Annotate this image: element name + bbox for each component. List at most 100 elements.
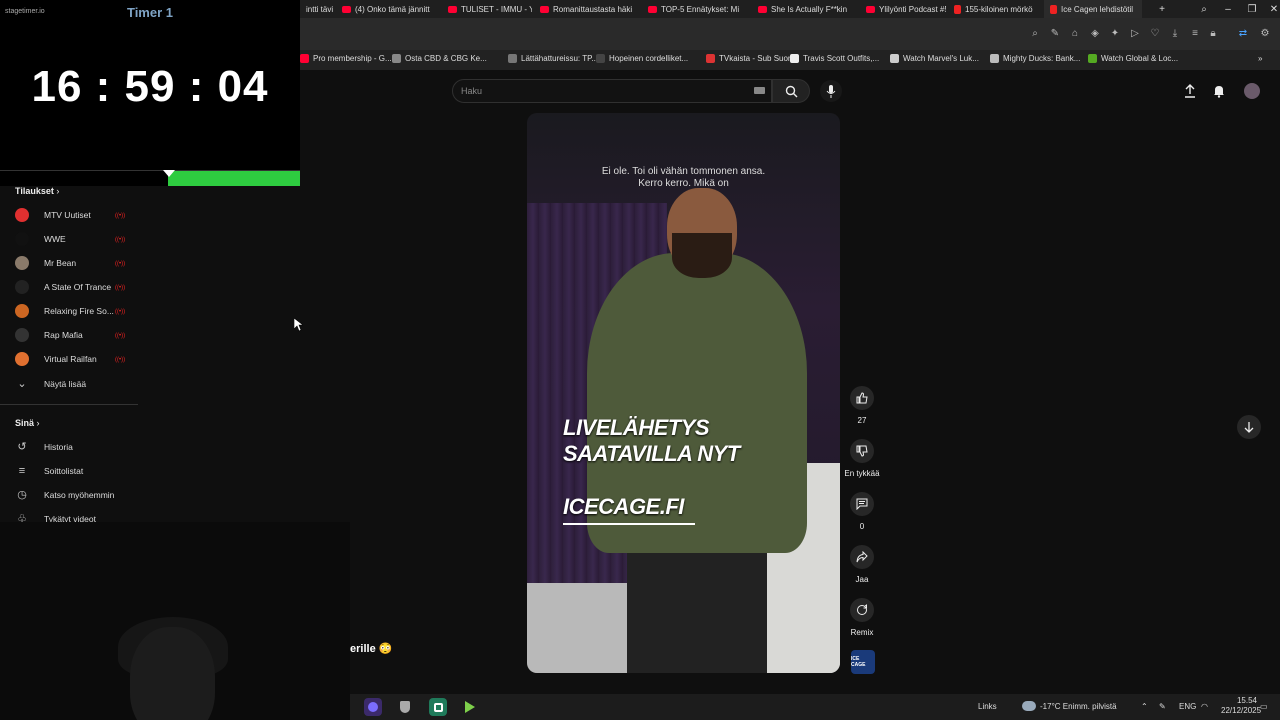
notification-icon[interactable]: ▭ <box>1260 702 1268 711</box>
channel-avatar <box>15 208 29 222</box>
webcam-person <box>130 627 215 720</box>
you-nav-item[interactable]: ≡ Soittolistat <box>15 461 135 481</box>
remix-button[interactable]: Remix <box>843 598 881 637</box>
channel-avatar <box>15 280 29 294</box>
heart-icon[interactable]: ♡ <box>1148 27 1162 41</box>
subscription-item[interactable]: Mr Bean ((•)) <box>15 253 135 273</box>
bookmark-item[interactable]: Travis Scott Outfits,... <box>790 54 879 63</box>
subscription-item[interactable]: Relaxing Fire So... ((•)) <box>15 301 135 321</box>
stage-timer-panel: stagetimer.io Timer 1 16 : 59 : 04 <box>0 0 300 186</box>
subscription-item[interactable]: MTV Uutiset ((•)) <box>15 205 135 225</box>
shield-icon[interactable]: ◈ <box>1088 27 1102 41</box>
play-icon[interactable]: ▷ <box>1128 27 1142 41</box>
extension-icon[interactable]: ✦ <box>1108 27 1122 41</box>
bookmark-item[interactable]: Pro membership - G... <box>300 54 392 63</box>
subscription-item[interactable]: WWE ((•)) <box>15 229 135 249</box>
settings-icon[interactable]: ⚙ <box>1258 27 1272 41</box>
show-more-button[interactable]: ⌄ Näytä lisää <box>15 374 135 394</box>
shorts-video-player[interactable]: Ei ole. Toi oli vähän tommonen ansa. Ker… <box>527 113 840 673</box>
taskbar-weather[interactable]: -17°C Enimm. pilvistä <box>1040 702 1117 711</box>
bookmark-favicon-icon <box>596 54 605 63</box>
translate-icon[interactable]: ⇄ <box>1236 27 1250 41</box>
bookmark-label: Osta CBD & CBG Ke... <box>405 54 487 63</box>
bookmark-favicon-icon <box>890 54 899 63</box>
browser-tab[interactable]: TULISET - IMMU - You <box>442 0 532 18</box>
subscription-item[interactable]: Rap Mafia ((•)) <box>15 325 135 345</box>
download-icon[interactable]: ⤓ <box>1168 27 1182 41</box>
upload-button[interactable] <box>1181 82 1199 100</box>
tray-chevron-up-icon[interactable]: ⌃ <box>1141 702 1148 711</box>
like-button[interactable]: 27 <box>843 386 881 425</box>
dislike-button[interactable]: En tykkää <box>843 439 881 478</box>
bookmark-item[interactable]: Mighty Ducks: Bank... <box>990 54 1080 63</box>
bookmark-item[interactable]: Hopeinen cordelliket... <box>596 54 688 63</box>
browser-tab[interactable]: Romanittaustasta häki <box>534 0 640 18</box>
browser-tab[interactable]: TOP-5 Ennätykset: Mi <box>642 0 750 18</box>
taskbar-clock[interactable]: 15.54 22/12/2025 <box>1221 696 1261 716</box>
tab-label: Ice Cagen lehdistötil <box>1061 4 1134 14</box>
browser-tab[interactable]: 155-kiloinen mörkö <box>948 0 1042 18</box>
bookmark-item[interactable]: Watch Global & Loc... <box>1088 54 1178 63</box>
browser-tab[interactable]: Ice Cagen lehdistötil <box>1044 0 1142 18</box>
taskbar-app-discord[interactable] <box>364 698 382 716</box>
bookmark-item[interactable]: Osta CBD & CBG Ke... <box>392 54 487 63</box>
bookmark-item[interactable]: Lättähattureissu: TP... <box>508 54 598 63</box>
bookmarks-overflow-icon[interactable]: » <box>1258 54 1262 63</box>
channel-avatar <box>15 256 29 270</box>
subscription-label: Mr Bean <box>44 258 77 268</box>
menu-icon[interactable]: ≡ <box>1188 27 1202 41</box>
wifi-icon[interactable]: ◠ <box>1201 702 1208 711</box>
upload-icon <box>1185 84 1195 98</box>
taskbar-app-shield[interactable] <box>396 698 414 716</box>
browser-tab[interactable]: intti tävi <box>300 0 334 18</box>
subscription-item[interactable]: Virtual Railfan ((•)) <box>15 349 135 369</box>
you-nav-item[interactable]: ↺ Historia <box>15 437 135 457</box>
you-nav-item[interactable]: ♧ Tykätyt videot <box>15 509 135 522</box>
share-button[interactable]: Jaa <box>843 545 881 584</box>
close-icon[interactable]: ✕ <box>1262 0 1280 18</box>
browser-tab[interactable]: (4) Onko tämä jännitt <box>336 0 440 18</box>
live-indicator-icon: ((•)) <box>115 213 126 219</box>
browser-tab[interactable]: She Is Actually F**kin <box>752 0 858 18</box>
bookmark-item[interactable]: TVkaista - Sub Suora <box>706 54 795 63</box>
minimize-icon[interactable]: – <box>1216 0 1240 18</box>
edit-icon[interactable]: ✎ <box>1048 27 1062 41</box>
keyboard-icon[interactable] <box>754 87 765 94</box>
search-input[interactable]: Haku <box>452 79 772 103</box>
pen-icon[interactable]: ✎ <box>1159 702 1166 711</box>
taskbar-links[interactable]: Links <box>978 702 997 711</box>
comments-button[interactable]: 0 <box>843 492 881 531</box>
thumbs-down-icon <box>856 445 868 457</box>
subscription-item[interactable]: A State Of Trance ((•)) <box>15 277 135 297</box>
search-tabs-icon[interactable]: ⌕ <box>1192 0 1216 18</box>
browser-tab[interactable]: Ylilyönti Podcast #52 <box>860 0 946 18</box>
live-indicator-icon: ((•)) <box>115 237 126 243</box>
bookmark-favicon-icon <box>1088 54 1097 63</box>
arrow-down-icon <box>1244 422 1254 433</box>
taskbar-app-play[interactable] <box>461 698 479 716</box>
bookmark-label: Mighty Ducks: Bank... <box>1003 54 1081 63</box>
channel-thumbnail[interactable]: ICE CAGE <box>851 650 875 674</box>
taskbar-app-green[interactable] <box>429 698 447 716</box>
next-video-button[interactable] <box>1237 415 1261 439</box>
new-tab-icon[interactable]: + <box>1150 0 1174 18</box>
video-subtitle: Ei ole. Toi oli vähän tommonen ansa. Ker… <box>601 166 766 189</box>
notifications-button[interactable] <box>1210 82 1228 100</box>
bookmark-item[interactable]: Watch Marvel's Luk... <box>890 54 979 63</box>
lock-icon[interactable]: 🔒︎ <box>1206 27 1220 41</box>
taskbar-language[interactable]: ENG <box>1179 702 1196 711</box>
home-icon[interactable]: ⌂ <box>1068 27 1082 41</box>
you-nav-label: Historia <box>44 442 73 452</box>
live-indicator-icon: ((•)) <box>115 309 126 315</box>
restore-icon[interactable]: ❐ <box>1240 0 1264 18</box>
tab-label: TOP-5 Ennätykset: Mi <box>661 4 740 14</box>
search-button[interactable] <box>772 79 810 103</box>
subscriptions-heading[interactable]: Tilaukset › <box>15 186 59 196</box>
you-heading[interactable]: Sinä › <box>15 418 40 428</box>
voice-search-button[interactable] <box>820 80 842 102</box>
mouse-cursor-icon <box>294 318 303 332</box>
you-nav-item[interactable]: ◷ Katso myöhemmin <box>15 485 135 505</box>
zoom-icon[interactable]: ⌕ <box>1028 27 1042 41</box>
account-avatar[interactable] <box>1243 82 1261 100</box>
channel-avatar <box>15 328 29 342</box>
